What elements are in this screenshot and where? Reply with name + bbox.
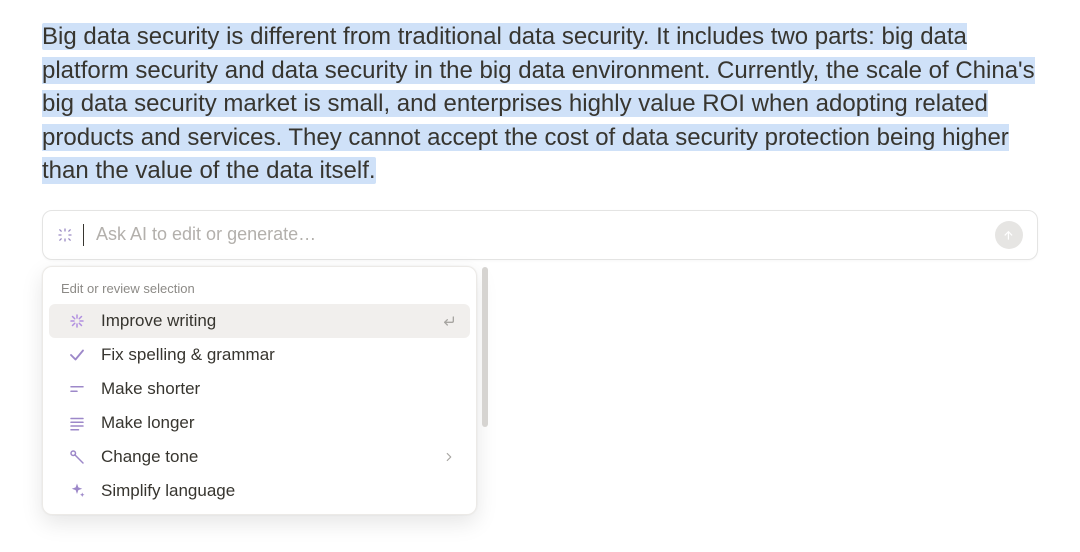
scrollbar-thumb[interactable]	[482, 267, 488, 427]
selected-paragraph: Big data security is different from trad…	[42, 20, 1038, 188]
check-icon	[67, 346, 87, 364]
action-label: Make shorter	[101, 379, 456, 399]
action-label: Change tone	[101, 447, 428, 467]
sparkle-icon	[67, 482, 87, 500]
mic-pen-icon	[67, 448, 87, 466]
action-label: Improve writing	[101, 311, 426, 331]
chevron-right-icon	[442, 450, 456, 464]
lines-long-icon	[67, 414, 87, 432]
ai-prompt-bar[interactable]	[42, 210, 1038, 260]
sparkle-icon	[57, 227, 73, 243]
lines-short-icon	[67, 380, 87, 398]
dropdown-section-label: Edit or review selection	[43, 277, 476, 304]
action-simplify-language[interactable]: Simplify language	[49, 474, 470, 508]
ai-prompt-input[interactable]	[96, 224, 985, 245]
action-label: Fix spelling & grammar	[101, 345, 456, 365]
action-label: Simplify language	[101, 481, 456, 501]
action-change-tone[interactable]: Change tone	[49, 440, 470, 474]
action-make-shorter[interactable]: Make shorter	[49, 372, 470, 406]
text-cursor	[83, 224, 84, 246]
action-fix-spelling-grammar[interactable]: Fix spelling & grammar	[49, 338, 470, 372]
action-make-longer[interactable]: Make longer	[49, 406, 470, 440]
selected-text-highlight: Big data security is different from trad…	[42, 23, 1035, 184]
send-button[interactable]	[995, 221, 1023, 249]
enter-icon	[440, 313, 456, 329]
sparkle-burst-icon	[67, 312, 87, 330]
action-label: Make longer	[101, 413, 456, 433]
action-improve-writing[interactable]: Improve writing	[49, 304, 470, 338]
ai-actions-dropdown: Edit or review selection Improve writing…	[42, 266, 477, 515]
